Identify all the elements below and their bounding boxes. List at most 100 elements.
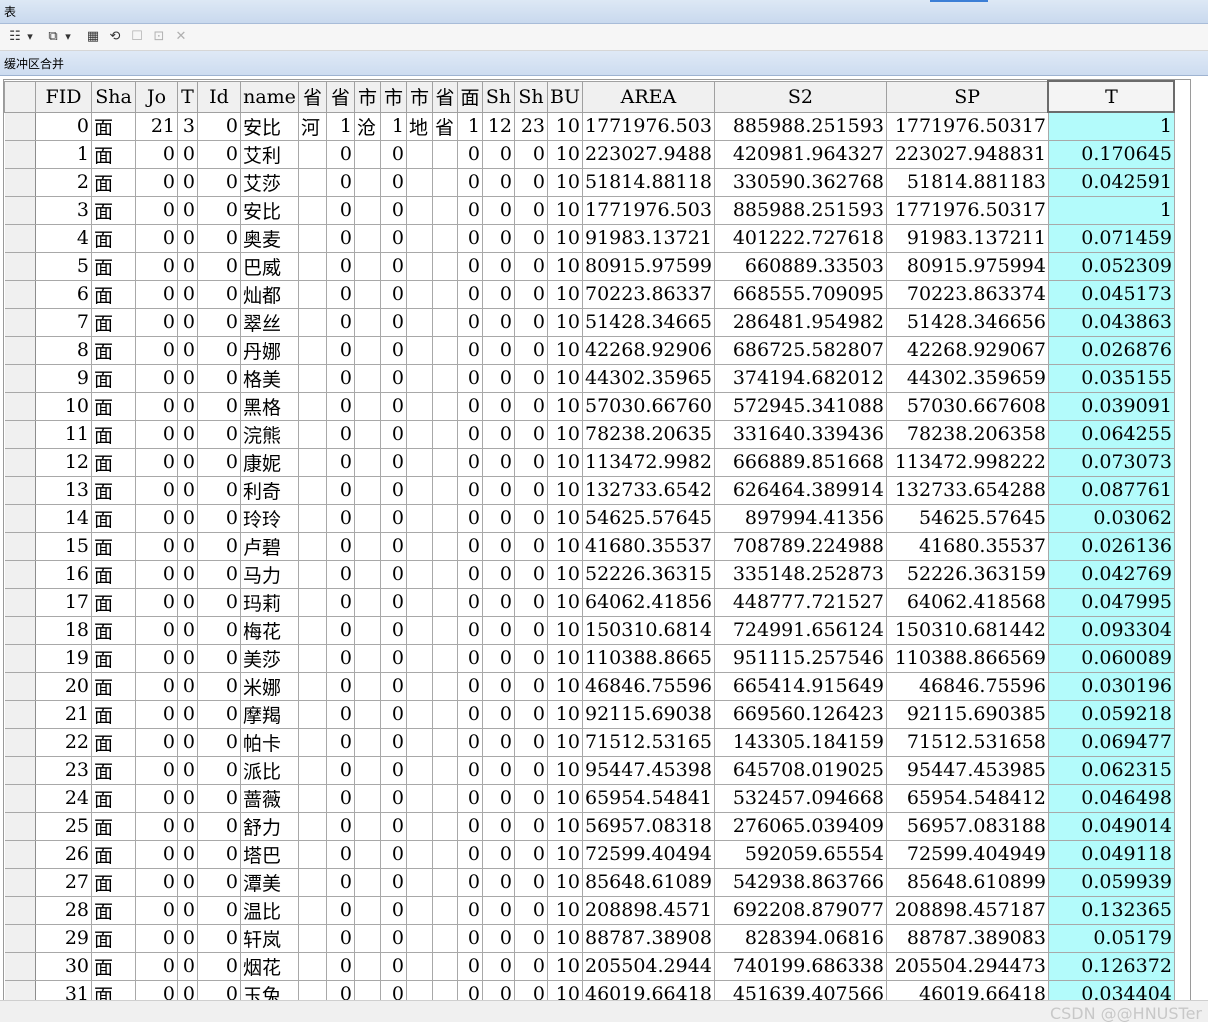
table-cell[interactable]: 0 — [514, 560, 548, 589]
table-cell[interactable]: 27 — [35, 868, 92, 897]
table-cell[interactable] — [406, 952, 433, 981]
table-cell[interactable]: 85648.610899 — [886, 868, 1049, 897]
table-cell[interactable]: 面 — [91, 112, 136, 141]
table-row[interactable]: 15 面 0 0 0 卢碧 0 0 0 0 0 10 41680.35537 708789.224988 4… — [4, 532, 1175, 561]
table-cell[interactable]: 面 — [91, 560, 136, 589]
table-cell[interactable]: 885988.251593 — [714, 112, 887, 141]
table-cell[interactable]: 724991.656124 — [714, 616, 887, 645]
table-cell[interactable] — [354, 308, 381, 337]
table-cell[interactable]: 10 — [547, 448, 583, 477]
column-header[interactable]: SP — [885, 80, 1049, 113]
table-cell[interactable]: 828394.06816 — [714, 924, 887, 953]
table-cell[interactable]: 10 — [547, 420, 583, 449]
table-cell[interactable]: 面 — [91, 364, 136, 393]
table-cell[interactable] — [432, 840, 458, 869]
table-cell[interactable]: 0 — [135, 392, 178, 421]
table-cell[interactable] — [298, 784, 327, 813]
table-row[interactable]: 0 面 21 3 0 安比河 1 沧 1 地省 1 12 23 10 1771976.503 885988.2… — [4, 112, 1175, 141]
table-cell[interactable]: 71512.531658 — [886, 728, 1049, 757]
table-cell[interactable]: 143305.184159 — [714, 728, 887, 757]
table-cell[interactable]: 0 — [326, 868, 355, 897]
table-cell[interactable] — [354, 588, 381, 617]
table-cell[interactable]: 88787.389083 — [886, 924, 1049, 953]
table-cell[interactable]: 0 — [197, 336, 241, 365]
table-cell[interactable]: 0 — [457, 924, 483, 953]
table-cell[interactable]: 0 — [197, 364, 241, 393]
table-cell[interactable]: 10 — [547, 644, 583, 673]
table-cell[interactable]: 0 — [177, 280, 198, 309]
table-cell[interactable]: 0 — [380, 756, 407, 785]
table-cell[interactable]: 1 — [457, 112, 483, 141]
table-cell[interactable]: 572945.341088 — [714, 392, 887, 421]
table-cell[interactable]: 0 — [514, 476, 548, 505]
table-cell[interactable]: 626464.389914 — [714, 476, 887, 505]
table-cell[interactable]: 0 — [197, 980, 241, 1000]
table-cell[interactable]: 0 — [457, 308, 483, 337]
table-cell[interactable] — [406, 672, 433, 701]
table-cell[interactable]: 0 — [482, 420, 515, 449]
table-cell[interactable]: 艾利 — [240, 140, 299, 169]
row-selector[interactable] — [4, 280, 36, 309]
table-cell[interactable]: 0 — [514, 504, 548, 533]
table-cell[interactable] — [432, 896, 458, 925]
table-cell[interactable]: 0 — [135, 924, 178, 953]
column-header[interactable]: 市 — [406, 80, 433, 113]
table-cell[interactable]: 10 — [547, 728, 583, 757]
delete-selected-icon[interactable]: ✕ — [172, 28, 190, 46]
table-cell[interactable]: 44302.35965 — [582, 364, 715, 393]
table-cell[interactable]: 0.132365 — [1048, 896, 1175, 925]
table-cell[interactable]: 2 — [35, 168, 92, 197]
table-cell[interactable] — [298, 448, 327, 477]
table-cell[interactable] — [432, 784, 458, 813]
table-cell[interactable]: 0 — [482, 448, 515, 477]
row-selector[interactable] — [4, 616, 36, 645]
table-cell[interactable]: 205504.294473 — [886, 952, 1049, 981]
table-cell[interactable]: 15 — [35, 532, 92, 561]
table-cell[interactable] — [406, 980, 433, 1000]
table-cell[interactable]: 0.071459 — [1048, 224, 1175, 253]
table-cell[interactable]: 0 — [482, 784, 515, 813]
table-cell[interactable]: 0 — [380, 784, 407, 813]
table-cell[interactable] — [354, 812, 381, 841]
table-cell[interactable] — [432, 868, 458, 897]
table-cell[interactable]: 0 — [457, 812, 483, 841]
table-cell[interactable]: 78238.20635 — [582, 420, 715, 449]
table-cell[interactable]: 542938.863766 — [714, 868, 887, 897]
table-cell[interactable]: 0 — [326, 504, 355, 533]
table-cell[interactable] — [354, 420, 381, 449]
table-cell[interactable]: 645708.019025 — [714, 756, 887, 785]
table-cell[interactable]: 面 — [91, 588, 136, 617]
table-cell[interactable]: 1 — [326, 112, 355, 141]
table-cell[interactable] — [354, 728, 381, 757]
table-cell[interactable]: 4 — [35, 224, 92, 253]
table-cell[interactable]: 0 — [177, 168, 198, 197]
table-cell[interactable]: 0 — [135, 980, 178, 1000]
table-cell[interactable]: 692208.879077 — [714, 896, 887, 925]
table-cell[interactable] — [298, 224, 327, 253]
table-cell[interactable]: 0 — [457, 252, 483, 281]
select-by-attributes-icon[interactable]: ▦ — [84, 28, 102, 46]
row-selector[interactable] — [4, 868, 36, 897]
table-cell[interactable]: 0 — [326, 700, 355, 729]
table-cell[interactable]: 0 — [514, 140, 548, 169]
table-cell[interactable]: 10 — [547, 784, 583, 813]
table-cell[interactable]: 12 — [482, 112, 515, 141]
table-cell[interactable]: 51428.346656 — [886, 308, 1049, 337]
table-cell[interactable]: 18 — [35, 616, 92, 645]
table-cell[interactable] — [406, 392, 433, 421]
table-cell[interactable]: 0 — [482, 140, 515, 169]
table-cell[interactable]: 0 — [135, 700, 178, 729]
table-cell[interactable]: 10 — [547, 616, 583, 645]
table-cell[interactable]: 0 — [514, 756, 548, 785]
table-cell[interactable]: 0 — [135, 616, 178, 645]
table-cell[interactable]: 0 — [482, 504, 515, 533]
table-cell[interactable]: 26 — [35, 840, 92, 869]
table-cell[interactable] — [432, 812, 458, 841]
table-cell[interactable]: 面 — [91, 924, 136, 953]
table-cell[interactable]: 0 — [380, 728, 407, 757]
row-selector[interactable] — [4, 896, 36, 925]
table-cell[interactable]: 592059.65554 — [714, 840, 887, 869]
table-cell[interactable]: 52226.36315 — [582, 560, 715, 589]
table-cell[interactable]: 0 — [177, 336, 198, 365]
table-cell[interactable]: 康妮 — [240, 448, 299, 477]
